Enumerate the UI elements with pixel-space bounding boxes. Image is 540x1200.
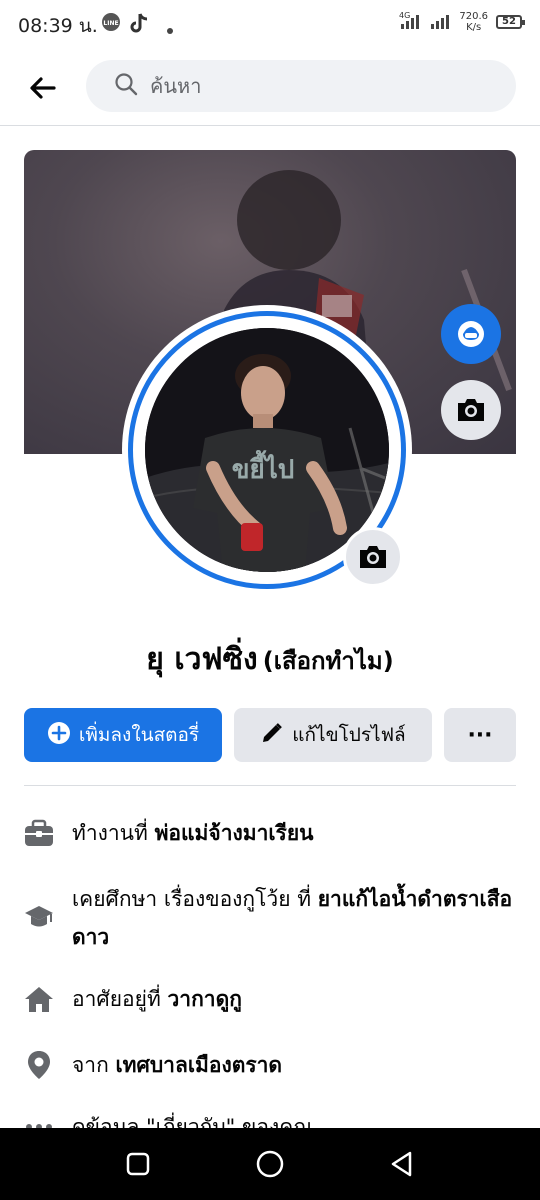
home-icon <box>24 984 54 1014</box>
location-pin-icon <box>24 1050 54 1080</box>
camera-icon <box>458 399 484 421</box>
profile-name: ยุ เวฟซิ่ง (เสือกทำไม) <box>0 636 540 683</box>
camera-icon <box>360 546 386 568</box>
profile-name-main: ยุ เวฟซิ่ง <box>146 642 258 677</box>
detail-work: ทำงานที่ พ่อแม่จ้างมาเรียน <box>24 814 516 852</box>
graduation-cap-icon <box>24 902 54 932</box>
search-icon <box>114 72 138 100</box>
avatar-button[interactable] <box>441 304 501 364</box>
edit-profile-button[interactable]: แก้ไขโปรไฟล์ <box>234 708 432 762</box>
detail-education: เคยศึกษา เรื่องของกูโว้ย ที่ ยาแก้ไอน้ำด… <box>24 880 516 956</box>
detail-lives-in: อาศัยอยู่ที่ วากาดูกู <box>24 980 516 1018</box>
add-to-story-label: เพิ่มลงในสตอรี่ <box>78 724 200 746</box>
briefcase-icon <box>24 818 54 848</box>
plus-circle-icon <box>47 721 71 750</box>
edit-profile-label: แก้ไขโปรไฟล์ <box>292 724 406 746</box>
signal-strength-icon <box>429 10 451 34</box>
tiktok-icon <box>130 12 150 38</box>
add-to-story-button[interactable]: เพิ่มลงในสตอรี่ <box>24 708 222 762</box>
svg-text:LINE: LINE <box>103 20 118 27</box>
search-bar[interactable] <box>86 60 516 112</box>
circle-icon <box>256 1150 284 1178</box>
status-bar: 08:39 น. LINE 4G 720.6 K/s 52 <box>0 0 540 48</box>
network-speed: 720.6 K/s <box>459 11 488 33</box>
status-time: 08:39 น. <box>18 15 98 37</box>
battery-indicator: 52 <box>496 15 525 29</box>
divider <box>24 785 516 786</box>
svg-text:ขยี้ไป: ขยี้ไป <box>232 449 295 485</box>
arrow-left-icon <box>30 77 56 99</box>
back-nav-button[interactable] <box>380 1142 424 1186</box>
square-icon <box>126 1152 150 1176</box>
top-bar <box>0 48 540 126</box>
svg-text:4G: 4G <box>399 11 410 20</box>
lives-in-value[interactable]: วากาดูกู <box>167 987 241 1011</box>
back-button[interactable] <box>22 68 62 108</box>
line-app-icon: LINE <box>100 12 122 38</box>
signal-4g-icon: 4G <box>399 10 421 34</box>
home-button[interactable] <box>248 1142 292 1186</box>
triangle-back-icon <box>391 1151 412 1177</box>
recent-apps-button[interactable] <box>116 1142 160 1186</box>
detail-from: จาก เทศบาลเมืองตราด <box>24 1046 516 1084</box>
cover-camera-button[interactable] <box>441 380 501 440</box>
profile-camera-button[interactable] <box>343 527 403 587</box>
more-options-button[interactable]: ··· <box>444 708 516 762</box>
hometown-value[interactable]: เทศบาลเมืองตราด <box>116 1053 283 1077</box>
profile-name-alternate: (เสือกทำไม) <box>262 647 394 675</box>
system-navigation-bar <box>0 1128 540 1200</box>
more-dots-icon: ··· <box>467 722 493 748</box>
notification-dot-icon <box>166 20 174 39</box>
search-input[interactable] <box>150 74 490 98</box>
avatar-icon <box>458 321 484 347</box>
pencil-icon <box>260 721 284 750</box>
workplace-value[interactable]: พ่อแม่จ้างมาเรียน <box>155 821 314 845</box>
